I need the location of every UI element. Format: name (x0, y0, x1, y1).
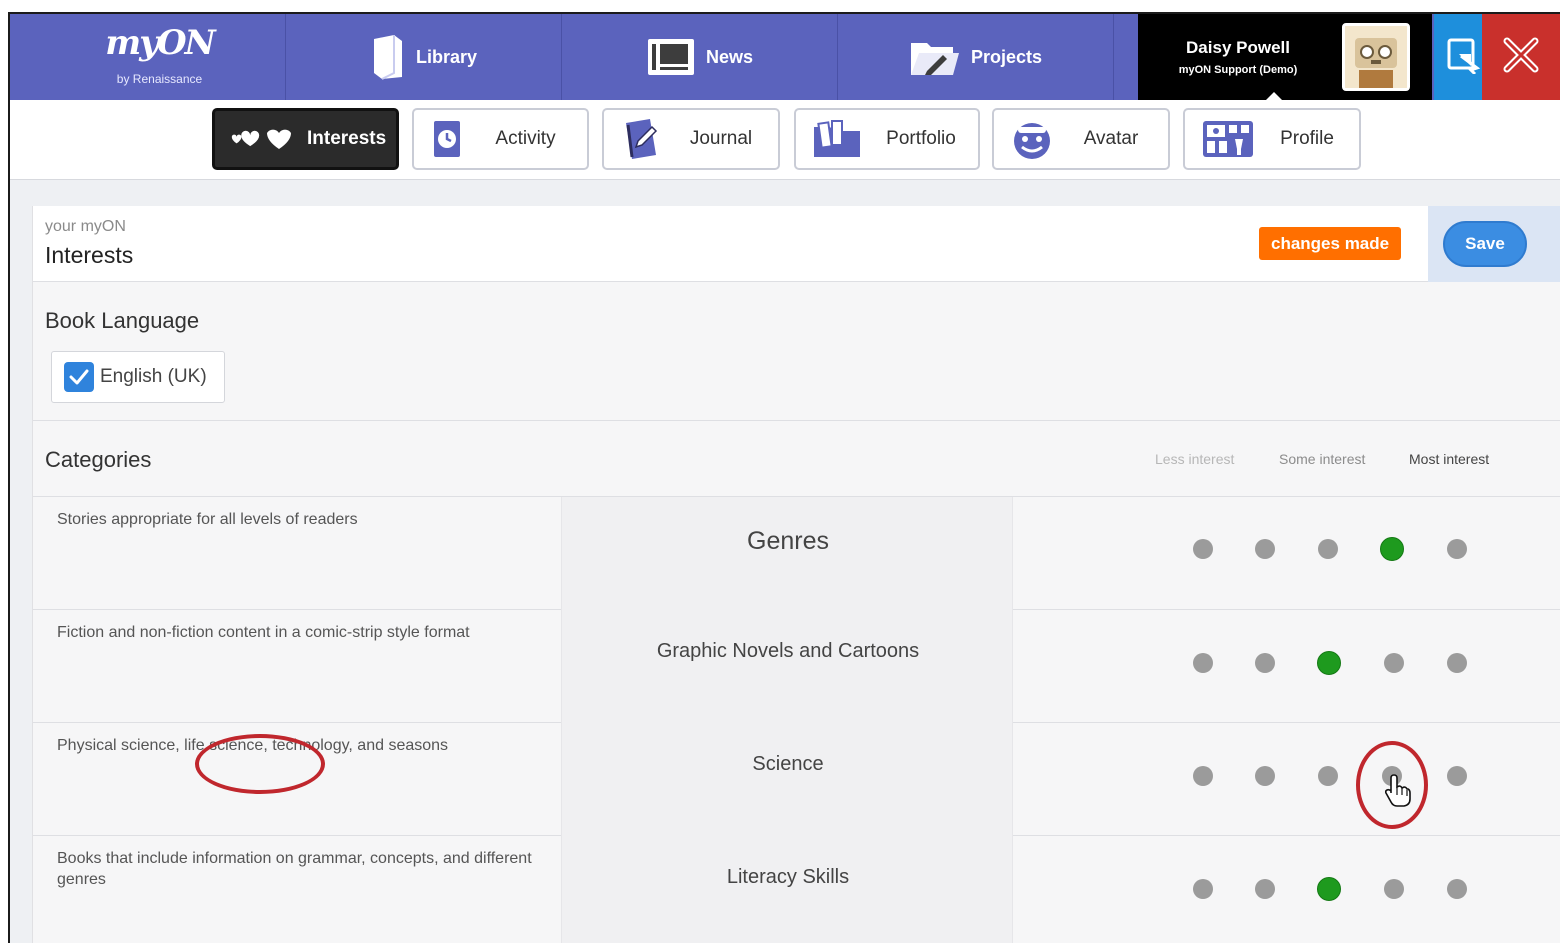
tab-activity[interactable]: Activity (412, 108, 589, 170)
save-area: Save (1428, 206, 1560, 282)
close-x-icon (1499, 33, 1543, 82)
check-icon[interactable] (64, 362, 94, 392)
interest-level-2[interactable] (1255, 879, 1275, 899)
scale-label-less: Less interest (1155, 451, 1235, 467)
category-description: Fiction and non-fiction content in a com… (57, 624, 470, 641)
interest-level-1[interactable] (1193, 766, 1213, 786)
hand-cursor-icon (1384, 773, 1411, 812)
tab-profile[interactable]: Profile (1183, 108, 1361, 170)
newspaper-icon (646, 37, 696, 77)
interest-level-3-selected[interactable] (1317, 877, 1341, 901)
nav-news-label: News (705, 46, 754, 67)
tab-interests-label: Interests (307, 128, 387, 149)
book-icon (370, 33, 406, 81)
scale-label-most: Most interest (1409, 451, 1490, 467)
language-option-english-uk[interactable]: English (UK) (51, 351, 225, 403)
tab-avatar[interactable]: Avatar (992, 108, 1170, 170)
hearts-icon (231, 127, 293, 151)
category-name-cell: Science (561, 723, 1013, 836)
category-row-genres: Stories appropriate for all levels of re… (33, 497, 1560, 610)
tab-interests[interactable]: Interests (212, 108, 399, 170)
save-button[interactable]: Save (1443, 221, 1527, 267)
tab-portfolio[interactable]: Portfolio (794, 108, 980, 170)
interest-level-2[interactable] (1255, 766, 1275, 786)
user-menu[interactable]: Daisy Powell myON Support (Demo) (1138, 14, 1432, 100)
app-frame: myON by Renaissance Library News Project… (8, 12, 1560, 943)
logo-tagline: by Renaissance (116, 72, 203, 86)
portfolio-folder-icon (812, 119, 864, 159)
category-name: Literacy Skills (726, 866, 850, 888)
interest-level-5[interactable] (1447, 539, 1467, 559)
nav-projects-label: Projects (970, 46, 1043, 67)
tab-portfolio-label: Portfolio (886, 128, 956, 149)
category-row-science: Physical science, life science, technolo… (33, 723, 1560, 836)
user-org: myON Support (Demo) (1178, 64, 1298, 76)
interest-level-2[interactable] (1255, 539, 1275, 559)
interest-level-1[interactable] (1193, 879, 1213, 899)
nav-library[interactable]: Library (286, 14, 562, 100)
book-language-section: Book Language English (UK) (33, 282, 1560, 421)
nav-library-label: Library (415, 46, 478, 67)
category-description: Stories appropriate for all levels of re… (57, 511, 358, 528)
interest-level-4-selected[interactable] (1380, 537, 1404, 561)
book-language-title: Book Language (45, 308, 200, 333)
interest-level-1[interactable] (1193, 539, 1213, 559)
category-description: Books that include information on gramma… (57, 850, 532, 888)
robot-avatar-icon[interactable] (1342, 23, 1410, 91)
user-name: Daisy Powell (1186, 38, 1290, 57)
interest-level-3-selected[interactable] (1317, 651, 1341, 675)
category-name: Genres (747, 527, 829, 555)
folder-pencil-icon (909, 35, 961, 79)
tab-avatar-label: Avatar (1083, 128, 1139, 149)
category-row-graphic-novels: Fiction and non-fiction content in a com… (33, 610, 1560, 723)
clock-book-icon (430, 119, 464, 159)
journal-pen-icon (620, 117, 664, 161)
interests-card: your myON Interests changes made Save Bo… (32, 206, 1560, 943)
interest-level-1[interactable] (1193, 653, 1213, 673)
card-header: your myON Interests changes made Save (33, 206, 1560, 282)
categories-title: Categories (45, 447, 152, 472)
profile-grid-icon (1201, 119, 1255, 159)
categories-header: Categories Less interest Some interest M… (33, 421, 1560, 497)
category-name: Science (752, 753, 824, 775)
smiley-face-icon (1010, 117, 1054, 161)
page-kicker: your myON (45, 218, 126, 235)
nav-projects[interactable]: Projects (838, 14, 1114, 100)
category-name: Graphic Novels and Cartoons (656, 640, 920, 662)
interest-level-5[interactable] (1447, 879, 1467, 899)
device-switch-icon (1445, 36, 1481, 79)
category-row-literacy-skills: Books that include information on gramma… (33, 836, 1560, 943)
tab-activity-label: Activity (495, 128, 556, 149)
scale-label-some: Some interest (1279, 451, 1366, 467)
tab-journal[interactable]: Journal (602, 108, 780, 170)
user-info: Daisy Powell myON Support (Demo) (1138, 38, 1338, 76)
sub-nav: Interests Activity Journal Portfolio Ava… (10, 100, 1560, 180)
category-name-cell: Literacy Skills (561, 836, 1013, 943)
changes-made-badge: changes made (1259, 227, 1402, 260)
logout-button[interactable] (1482, 14, 1560, 100)
tab-journal-label: Journal (689, 128, 753, 149)
nav-news[interactable]: News (562, 14, 838, 100)
page-title: Interests (45, 242, 134, 268)
logo-wordmark: myON (105, 23, 215, 63)
language-option-label: English (UK) (100, 366, 207, 387)
tab-profile-label: Profile (1280, 128, 1334, 149)
interest-level-5[interactable] (1447, 653, 1467, 673)
interest-level-5[interactable] (1447, 766, 1467, 786)
myon-logo[interactable]: myON by Renaissance (10, 14, 286, 100)
category-name-cell: Genres (561, 497, 1013, 610)
interest-level-2[interactable] (1255, 653, 1275, 673)
annotation-circle-science (195, 734, 325, 794)
interest-level-3[interactable] (1318, 766, 1338, 786)
interest-level-3[interactable] (1318, 539, 1338, 559)
interest-level-4[interactable] (1384, 653, 1404, 673)
category-name-cell: Graphic Novels and Cartoons (561, 610, 1013, 723)
interest-level-4[interactable] (1384, 879, 1404, 899)
